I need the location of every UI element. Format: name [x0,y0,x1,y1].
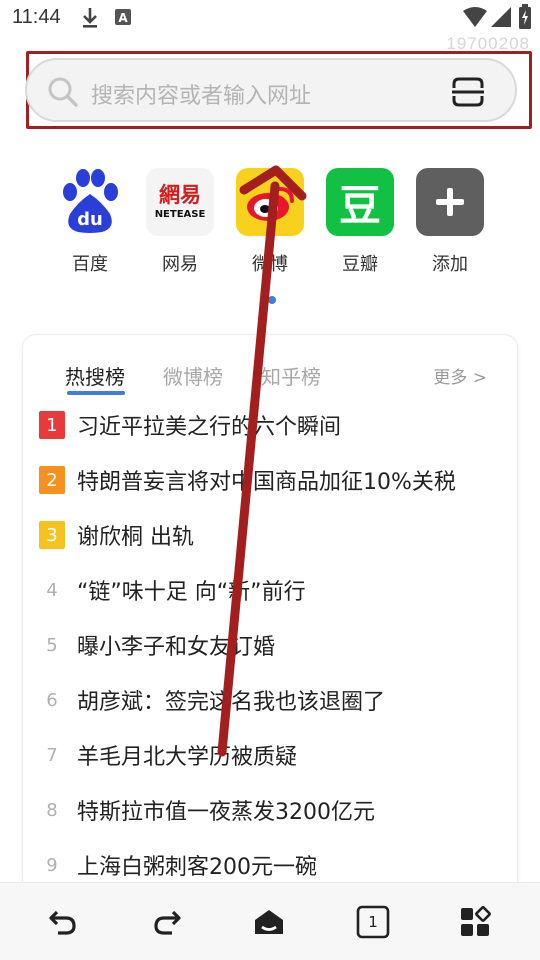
rank-number: 4 [46,579,58,601]
hot-item-text: 习近平拉美之行的六个瞬间 [77,415,342,440]
tab-count: 1 [368,913,378,931]
forward-icon[interactable] [150,905,184,939]
douban-logo: 豆 [326,168,394,236]
quick-link-add[interactable]: 添加 [416,168,484,276]
more-link[interactable]: 更多 > [433,363,487,388]
netease-logo: 網易 NETEASE [146,168,214,236]
douban-logo-text: 豆 [338,180,381,230]
quick-link-netease[interactable]: 網易 NETEASE 网易 [146,168,214,276]
rank-badge: 1 [39,411,65,439]
rank-number: 8 [46,799,58,821]
quick-link-label: 百度 [72,254,108,275]
rank-number: 9 [46,854,58,876]
rank-number: 5 [46,634,58,656]
netease-logo-text: 網易 [159,182,201,207]
hot-item-text: “链”味十足 向“新”前行 [77,580,306,605]
baidu-logo: du [56,168,124,236]
search-input[interactable]: 搜索内容或者输入网址 [25,58,517,122]
quick-link-douban[interactable]: 豆 豆瓣 [326,168,394,276]
tab-weibo[interactable]: 微博榜 [163,361,223,390]
hot-item[interactable]: 4 “链”味十足 向“新”前行 [37,570,515,625]
apps-icon[interactable] [458,905,492,939]
rank-number: 7 [46,744,58,766]
home-icon[interactable] [252,905,286,939]
hot-item[interactable]: 5 曝小李子和女友订婚 [37,625,515,680]
wifi-icon [462,6,488,32]
quick-link-label: 网易 [162,254,198,275]
search-highlight-box: 搜索内容或者输入网址 [25,51,532,129]
hot-search-card: 热搜榜 微博榜 知乎榜 更多 > 1 习近平拉美之行的六个瞬间 2 特朗普妄言将… [22,334,518,894]
tabs-icon[interactable]: 1 [356,905,390,939]
battery-charging-icon [518,4,532,34]
hot-item-text: 曝小李子和女友订婚 [77,635,276,660]
hot-item-text: 特斯拉市值一夜蒸发3200亿元 [77,800,375,825]
weibo-logo [236,168,304,236]
search-icon [47,76,79,108]
quick-link-label: 添加 [432,254,468,275]
hot-item[interactable]: 7 羊毛月北大学历被质疑 [37,735,515,790]
hot-item[interactable]: 2 特朗普妄言将对中国商品加征10%关税 [37,460,515,515]
hot-item-text: 上海白粥刺客200元一碗 [77,855,317,880]
rank-number: 6 [46,689,58,711]
download-icon [80,6,100,34]
quick-link-label: 微博 [252,254,288,275]
font-a-icon: A [114,8,132,30]
page-indicator-dot [268,296,276,304]
netease-logo-sub: NETEASE [154,208,206,220]
quick-link-label: 豆瓣 [342,254,378,275]
active-tab-indicator [67,391,125,395]
tab-zhihu[interactable]: 知乎榜 [261,361,321,390]
svg-text:A: A [118,11,128,25]
back-icon[interactable] [46,905,80,939]
rank-badge: 3 [39,521,65,549]
tab-hot-search[interactable]: 热搜榜 [65,361,125,390]
hot-list: 1 习近平拉美之行的六个瞬间 2 特朗普妄言将对中国商品加征10%关税 3 谢欣… [37,405,515,893]
quick-links: du 百度 網易 NETEASE 网易 微博 豆 豆瓣 添加 [56,168,496,288]
rank-badge: 2 [39,466,65,494]
scan-icon[interactable] [451,76,485,108]
hot-item-text: 羊毛月北大学历被质疑 [77,745,298,770]
signal-icon [490,6,512,32]
bottom-nav: 1 [0,882,540,960]
search-placeholder: 搜索内容或者输入网址 [91,84,312,109]
hot-item[interactable]: 8 特斯拉市值一夜蒸发3200亿元 [37,790,515,845]
hot-item[interactable]: 3 谢欣桐 出轨 [37,515,515,570]
add-icon [416,168,484,236]
hot-item[interactable]: 1 习近平拉美之行的六个瞬间 [37,405,515,460]
status-bar: 11:44 A 19700208 [0,0,540,53]
status-time: 11:44 [12,6,61,28]
hot-item-text: 胡彦斌：签完这名我也该退圈了 [77,690,386,715]
hot-item-text: 特朗普妄言将对中国商品加征10%关税 [77,470,456,495]
svg-text:du: du [77,209,103,230]
hot-item-text: 谢欣桐 出轨 [77,525,194,550]
hot-item[interactable]: 6 胡彦斌：签完这名我也该退圈了 [37,680,515,735]
quick-link-weibo[interactable]: 微博 [236,168,304,276]
quick-link-baidu[interactable]: du 百度 [56,168,124,276]
